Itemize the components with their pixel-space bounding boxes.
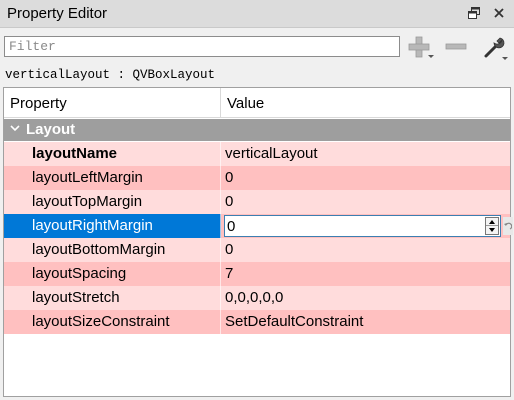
property-value[interactable]: SetDefaultConstraint	[225, 313, 363, 330]
cell-divider	[220, 238, 221, 262]
property-row[interactable]: layoutStretch 0,0,0,0,0	[4, 286, 510, 310]
value-input[interactable]	[227, 217, 477, 235]
cell-divider	[220, 262, 221, 286]
property-name: layoutStretch	[32, 289, 120, 306]
cell-divider	[220, 142, 221, 166]
add-dynamic-property-button[interactable]	[404, 33, 434, 61]
reset-value-button[interactable]	[503, 217, 513, 235]
wrench-icon	[484, 37, 505, 58]
spin-down-button[interactable]	[486, 226, 498, 234]
float-dock-icon[interactable]	[466, 5, 482, 21]
arrow-up-icon	[489, 219, 495, 224]
property-row[interactable]: layoutName verticalLayout	[4, 142, 510, 166]
property-name: layoutTopMargin	[32, 193, 143, 210]
column-header-property[interactable]: Property	[10, 95, 67, 112]
configure-button[interactable]	[478, 33, 508, 61]
cell-divider	[220, 190, 221, 214]
chevron-down-icon	[502, 57, 508, 60]
cell-divider	[220, 286, 221, 310]
minus-icon	[445, 43, 467, 50]
property-row[interactable]: layoutSpacing 7	[4, 262, 510, 286]
spin-buttons	[485, 217, 499, 235]
property-editor-panel: Property Editor Filter verticalLayout: …	[0, 0, 514, 400]
column-divider[interactable]	[220, 88, 221, 118]
property-table: Property Value Layout layoutName vertical…	[3, 87, 513, 397]
title-bar: Property Editor	[0, 0, 514, 28]
property-row[interactable]: layoutTopMargin 0	[4, 190, 510, 214]
remove-dynamic-property-button[interactable]	[441, 33, 471, 61]
chevron-down-icon	[428, 55, 434, 58]
property-row[interactable]: layoutBottomMargin 0	[4, 238, 510, 262]
expand-arrow-icon[interactable]	[10, 122, 20, 136]
value-spinbox[interactable]	[224, 215, 501, 237]
property-name: layoutRightMargin	[32, 217, 153, 234]
group-label: Layout	[26, 121, 76, 138]
arrow-down-icon	[489, 228, 495, 232]
property-name: layoutBottomMargin	[32, 241, 166, 258]
property-value[interactable]: 0,0,0,0,0	[225, 289, 283, 306]
property-row[interactable]: layoutSizeConstraint SetDefaultConstraint	[4, 310, 510, 334]
property-value[interactable]: 0	[225, 241, 233, 258]
property-name: layoutSizeConstraint	[32, 313, 170, 330]
table-header: Property Value	[4, 88, 510, 118]
close-icon[interactable]	[491, 5, 507, 21]
property-value[interactable]: 7	[225, 265, 233, 282]
property-row[interactable]: layoutLeftMargin 0	[4, 166, 510, 190]
property-name: layoutLeftMargin	[32, 169, 143, 186]
cell-divider	[220, 166, 221, 190]
property-name: layoutName	[32, 145, 118, 162]
property-value[interactable]: verticalLayout	[225, 145, 318, 162]
property-value[interactable]: 0	[225, 169, 233, 186]
cell-divider	[220, 214, 221, 238]
property-value[interactable]: 0	[225, 193, 233, 210]
group-header-layout[interactable]: Layout	[4, 119, 510, 141]
cell-divider	[220, 310, 221, 334]
object-class-label: verticalLayout : QVBoxLayout	[5, 68, 216, 82]
property-name: layoutSpacing	[32, 265, 127, 282]
reset-icon	[504, 222, 512, 230]
filter-input[interactable]	[4, 36, 400, 57]
column-header-value[interactable]: Value	[227, 95, 264, 112]
spin-up-button[interactable]	[486, 218, 498, 226]
property-row[interactable]: layoutRightMargin	[4, 214, 513, 238]
panel-title: Property Editor	[7, 5, 108, 22]
